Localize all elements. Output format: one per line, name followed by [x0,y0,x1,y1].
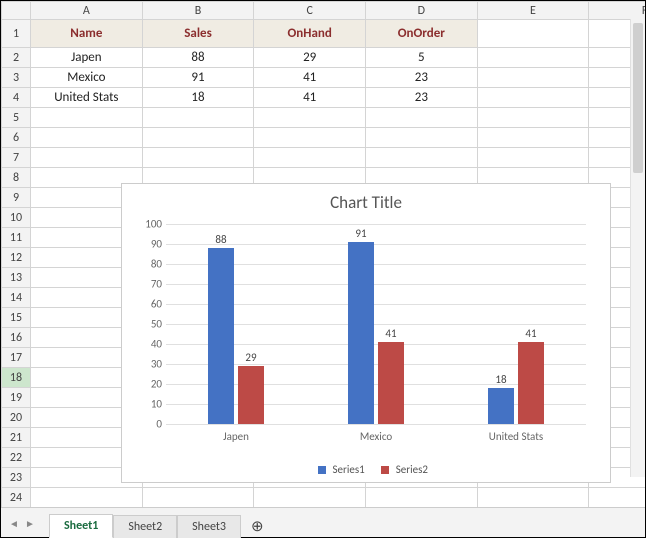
y-tick-label: 0 [136,418,162,431]
cell-C4[interactable]: 41 [254,88,366,108]
tab-sheet3[interactable]: Sheet3 [177,515,241,538]
y-tick-label: 100 [136,218,162,231]
plus-icon: ⊕ [251,518,264,536]
scrollbar-vertical[interactable] [630,19,645,477]
row-header-21[interactable]: 21 [2,428,31,448]
tab-nav-next-icon[interactable]: ► [23,517,37,533]
row-header-17[interactable]: 17 [2,348,31,368]
bar-series2 [518,342,544,424]
tab-sheet1[interactable]: Sheet1 [49,514,113,538]
y-tick-label: 10 [136,398,162,411]
row-header-9[interactable]: 9 [2,188,31,208]
data-label: 41 [525,327,537,340]
data-label: 29 [245,351,257,364]
cell-D3[interactable]: 23 [366,68,478,88]
y-tick-label: 50 [136,318,162,331]
row-header-20[interactable]: 20 [2,408,31,428]
row-header-5[interactable]: 5 [2,108,31,128]
cell-E3[interactable] [477,68,589,88]
cell-B2[interactable]: 88 [142,48,254,68]
bar-series1 [348,242,374,424]
category-label: United Stats [466,430,566,443]
row-header-3[interactable]: 3 [2,68,31,88]
y-tick-label: 70 [136,278,162,291]
col-header-B[interactable]: B [142,2,254,20]
bar-series1 [488,388,514,424]
legend-label-series1: Series1 [333,463,365,476]
category-label: Japen [186,430,286,443]
cell-D4[interactable]: 23 [366,88,478,108]
row-header-14[interactable]: 14 [2,288,31,308]
y-tick-label: 60 [136,298,162,311]
data-label: 88 [215,233,227,246]
row-header-6[interactable]: 6 [2,128,31,148]
row-header-15[interactable]: 15 [2,308,31,328]
legend-label-series2: Series2 [396,463,428,476]
cell-A2[interactable]: Japen [31,48,143,68]
row-header-13[interactable]: 13 [2,268,31,288]
data-label: 18 [495,373,507,386]
legend-swatch-series1 [318,466,326,474]
y-tick-label: 20 [136,378,162,391]
scroll-thumb[interactable] [633,23,643,173]
chart-object[interactable]: Chart Title 0 10 20 30 40 50 60 70 80 90 100 88 29 9… [121,183,611,483]
data-label: 41 [385,327,397,340]
cell-C3[interactable]: 41 [254,68,366,88]
bar-series1 [208,248,234,424]
col-header-A[interactable]: A [31,2,143,20]
y-tick-label: 30 [136,358,162,371]
row-header-10[interactable]: 10 [2,208,31,228]
row-header-1[interactable]: 1 [2,20,31,48]
cell-E2[interactable] [477,48,589,68]
add-sheet-button[interactable]: ⊕ [241,515,274,538]
y-tick-label: 90 [136,238,162,251]
col-header-D[interactable]: D [366,2,478,20]
row-header-12[interactable]: 12 [2,248,31,268]
select-all-corner[interactable] [2,2,31,20]
cell-E4[interactable] [477,88,589,108]
row-header-24[interactable]: 24 [2,488,31,508]
tab-sheet2[interactable]: Sheet2 [113,515,177,538]
sheet-tab-bar: ◄ ► Sheet1 Sheet2 Sheet3 ⊕ [1,507,645,537]
row-header-4[interactable]: 4 [2,88,31,108]
row-header-22[interactable]: 22 [2,448,31,468]
y-tick-label: 40 [136,338,162,351]
cell-A1[interactable]: Name [31,20,143,48]
col-header-C[interactable]: C [254,2,366,20]
cell-B1[interactable]: Sales [142,20,254,48]
row-header-16[interactable]: 16 [2,328,31,348]
cell-A4[interactable]: United Stats [31,88,143,108]
row-header-7[interactable]: 7 [2,148,31,168]
cell-C1[interactable]: OnHand [254,20,366,48]
category-label: Mexico [326,430,426,443]
cell-D2[interactable]: 5 [366,48,478,68]
col-header-E[interactable]: E [477,2,589,20]
chart-plot-area: 0102030405060708090100 882991411841 Jape… [166,224,586,424]
col-header-F[interactable]: F [589,2,645,20]
cell-C2[interactable]: 29 [254,48,366,68]
cell-B3[interactable]: 91 [142,68,254,88]
row-header-23[interactable]: 23 [2,468,31,488]
cell-D1[interactable]: OnOrder [366,20,478,48]
cell-A3[interactable]: Mexico [31,68,143,88]
legend-swatch-series2 [381,466,389,474]
y-tick-label: 80 [136,258,162,271]
chart-legend: Series1 Series2 [122,463,610,476]
row-header-18[interactable]: 18 [2,368,31,388]
row-header-2[interactable]: 2 [2,48,31,68]
chart-title: Chart Title [122,184,610,217]
cell-B4[interactable]: 18 [142,88,254,108]
row-header-11[interactable]: 11 [2,228,31,248]
row-header-8[interactable]: 8 [2,168,31,188]
row-header-19[interactable]: 19 [2,388,31,408]
data-label: 91 [355,227,367,240]
tab-nav-prev-icon[interactable]: ◄ [7,517,21,533]
worksheet-area: A B C D E F 1 Name Sales OnHand OnOrder … [1,1,645,507]
bar-series2 [238,366,264,424]
cell-E1[interactable] [477,20,589,48]
bar-series2 [378,342,404,424]
